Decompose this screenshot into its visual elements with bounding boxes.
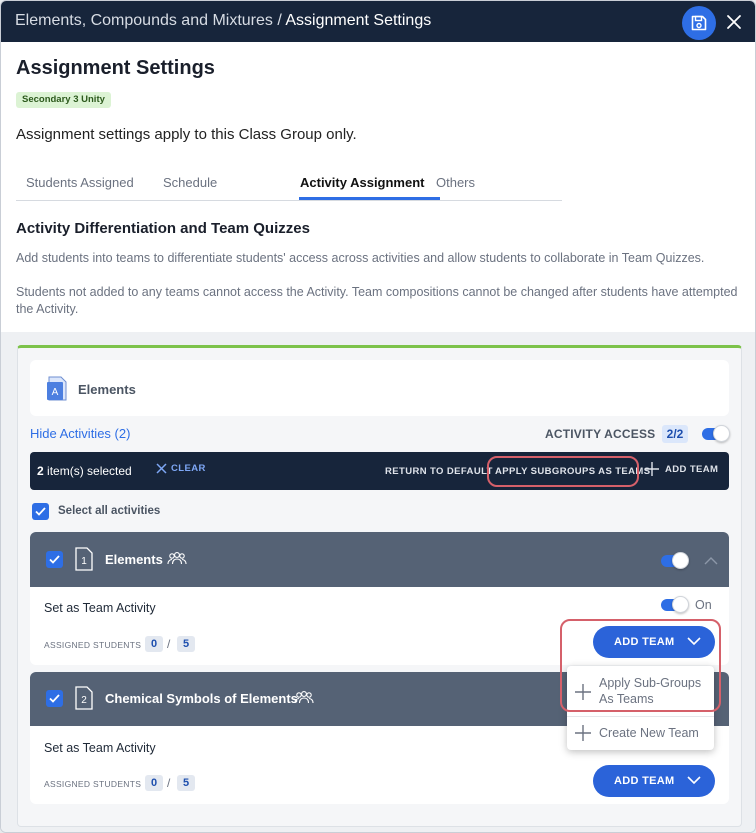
team-activity-toggle[interactable] — [661, 596, 689, 613]
settings-tabs: Students Assigned Schedule Activity Assi… — [16, 169, 562, 201]
breadcrumb-separator: / — [272, 12, 286, 29]
section-title: Activity Differentiation and Team Quizze… — [16, 220, 310, 237]
breadcrumb-parent[interactable]: Elements, Compounds and Mixtures — [15, 12, 273, 29]
add-team-button[interactable]: ADD TEAM — [593, 765, 715, 797]
activity-doc-icon: A — [47, 376, 67, 401]
section-note: Students not added to any teams cannot a… — [16, 285, 738, 316]
quiz-doc-icon: 1 — [75, 547, 93, 571]
top-bar: Elements, Compounds and Mixtures / Assig… — [1, 1, 755, 42]
toggle-knob — [672, 552, 689, 569]
scope-note: Assignment settings apply to this Class … — [16, 126, 357, 143]
add-team-label: ADD TEAM — [665, 463, 719, 475]
check-icon — [35, 507, 46, 516]
clear-selection-button[interactable]: CLEAR — [156, 463, 206, 474]
check-icon — [49, 555, 60, 564]
activity-access-toggle[interactable] — [702, 425, 730, 442]
total-count: 5 — [177, 775, 195, 791]
activity-enabled-toggle[interactable] — [661, 552, 689, 569]
add-team-label: ADD TEAM — [614, 775, 675, 787]
assigned-students-label: ASSIGNED STUDENTS — [44, 779, 142, 789]
svg-text:1: 1 — [81, 556, 87, 567]
total-count: 5 — [177, 636, 195, 652]
return-to-default-button[interactable]: RETURN TO DEFAULT — [385, 466, 493, 477]
assignment-settings-window: Elements, Compounds and Mixtures / Assig… — [0, 0, 756, 833]
breadcrumb: Elements, Compounds and Mixtures / Assig… — [15, 12, 431, 30]
hide-activities-link[interactable]: Hide Activities (2) — [30, 426, 130, 441]
class-group-badge: Secondary 3 Unity — [16, 92, 111, 108]
close-icon — [727, 15, 741, 29]
activity-access-count: 2/2 — [662, 425, 688, 443]
activity-checkbox[interactable] — [46, 551, 63, 568]
activity-card-title: Chemical Symbols of Elements — [105, 691, 298, 706]
tab-activity-assignment[interactable]: Activity Assignment — [300, 175, 425, 190]
selected-count-text: item(s) selected — [43, 464, 132, 478]
select-all-checkbox[interactable] — [32, 503, 49, 520]
assigned-count: 0 — [145, 775, 163, 791]
toggle-knob — [672, 596, 689, 613]
tab-students-assigned[interactable]: Students Assigned — [26, 175, 134, 190]
svg-text:A: A — [52, 387, 59, 398]
team-group-icon — [294, 691, 314, 704]
plus-icon — [645, 462, 659, 476]
activity-card-title: Elements — [105, 552, 163, 567]
active-tab-indicator — [299, 197, 440, 200]
bulk-add-team-button[interactable]: ADD TEAM — [645, 462, 718, 476]
chevron-up-icon[interactable] — [704, 556, 718, 565]
svg-text:2: 2 — [81, 695, 87, 706]
select-all-label: Select all activities — [58, 505, 161, 517]
selected-count: 2 item(s) selected — [37, 464, 132, 478]
activity-name: Elements — [78, 382, 136, 397]
page-title: Assignment Settings — [16, 57, 215, 79]
toggle-knob — [713, 425, 730, 442]
check-icon — [49, 694, 60, 703]
team-activity-state: On — [695, 598, 712, 612]
plus-icon — [575, 725, 591, 741]
menu-divider — [567, 716, 714, 717]
x-icon — [156, 463, 167, 474]
quiz-doc-icon: 2 — [75, 686, 93, 710]
menu-item-create-team[interactable]: Create New Team — [567, 722, 714, 746]
activity-access-label: ACTIVITY ACCESS — [545, 427, 656, 441]
team-activity-label: Set as Team Activity — [44, 601, 156, 615]
tab-schedule[interactable]: Schedule — [163, 175, 217, 190]
assigned-students-label: ASSIGNED STUDENTS — [44, 640, 142, 650]
menu-item-label: Create New Team — [599, 726, 699, 740]
team-activity-label: Set as Team Activity — [44, 741, 156, 755]
save-icon — [691, 15, 707, 31]
breadcrumb-current: Assignment Settings — [285, 12, 432, 29]
assigned-count: 0 — [145, 636, 163, 652]
chevron-down-icon — [687, 776, 701, 785]
team-group-icon — [167, 552, 187, 565]
tab-others[interactable]: Others — [436, 175, 475, 190]
selected-count-number: 2 — [37, 464, 44, 478]
count-separator: / — [167, 637, 171, 651]
section-description: Add students into teams to differentiate… — [16, 251, 705, 265]
save-button[interactable] — [682, 6, 716, 40]
highlight-ring-apply-subgroups — [487, 456, 639, 487]
close-button[interactable] — [723, 11, 745, 33]
highlight-ring-add-team — [560, 619, 721, 712]
activity-checkbox[interactable] — [46, 690, 63, 707]
count-separator: / — [167, 776, 171, 790]
clear-label: CLEAR — [171, 463, 206, 474]
